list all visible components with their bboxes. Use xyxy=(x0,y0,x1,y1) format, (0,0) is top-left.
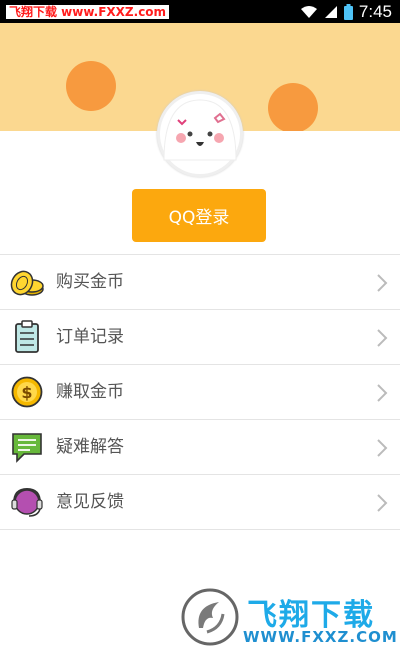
fxxz-logo-icon xyxy=(181,588,239,646)
status-bar: 飞翔下载 www.FXXZ.com 7:45 xyxy=(0,0,400,23)
menu-list: 购买金币 订单记录 $ 赚取金币 疑难解答 意见反馈 xyxy=(0,254,400,530)
menu-item-label: 疑难解答 xyxy=(56,437,124,457)
chevron-right-icon xyxy=(377,494,388,512)
menu-item-earn-coins[interactable]: $ 赚取金币 xyxy=(0,365,400,420)
menu-item-label: 意见反馈 xyxy=(56,492,124,512)
watermark-url: WWW.FXXZ.COM xyxy=(243,628,398,646)
menu-item-feedback[interactable]: 意见反馈 xyxy=(0,475,400,530)
chevron-right-icon xyxy=(377,329,388,347)
menu-item-faq[interactable]: 疑难解答 xyxy=(0,420,400,475)
svg-text:$: $ xyxy=(21,383,32,402)
watermark-bottom: 飞翔下载 WWW.FXXZ.COM xyxy=(177,584,397,650)
chevron-right-icon xyxy=(377,274,388,292)
clock: 7:45 xyxy=(358,1,392,21)
signal-icon xyxy=(324,5,337,18)
watermark-top: 飞翔下载 www.FXXZ.com xyxy=(6,5,170,19)
dollar-coin-icon: $ xyxy=(11,376,43,408)
menu-item-buy-coins[interactable]: 购买金币 xyxy=(0,255,400,310)
battery-icon xyxy=(343,3,353,20)
menu-item-order-records[interactable]: 订单记录 xyxy=(0,310,400,365)
menu-item-label: 订单记录 xyxy=(56,327,124,347)
headset-icon xyxy=(11,487,43,517)
clipboard-icon xyxy=(15,320,39,353)
gold-coins-icon xyxy=(10,270,44,296)
chevron-right-icon xyxy=(377,439,388,457)
avatar[interactable] xyxy=(157,91,243,177)
menu-item-label: 赚取金币 xyxy=(56,382,124,402)
chat-bubble-icon xyxy=(12,433,42,463)
status-icons: 7:45 xyxy=(300,0,392,23)
qq-login-button[interactable]: QQ登录 xyxy=(132,189,266,242)
chevron-right-icon xyxy=(377,384,388,402)
wifi-icon xyxy=(300,5,317,18)
cute-face-icon xyxy=(163,99,237,161)
banner-cheek-left xyxy=(66,61,116,111)
menu-item-label: 购买金币 xyxy=(56,272,124,292)
banner-cheek-right xyxy=(268,83,318,131)
